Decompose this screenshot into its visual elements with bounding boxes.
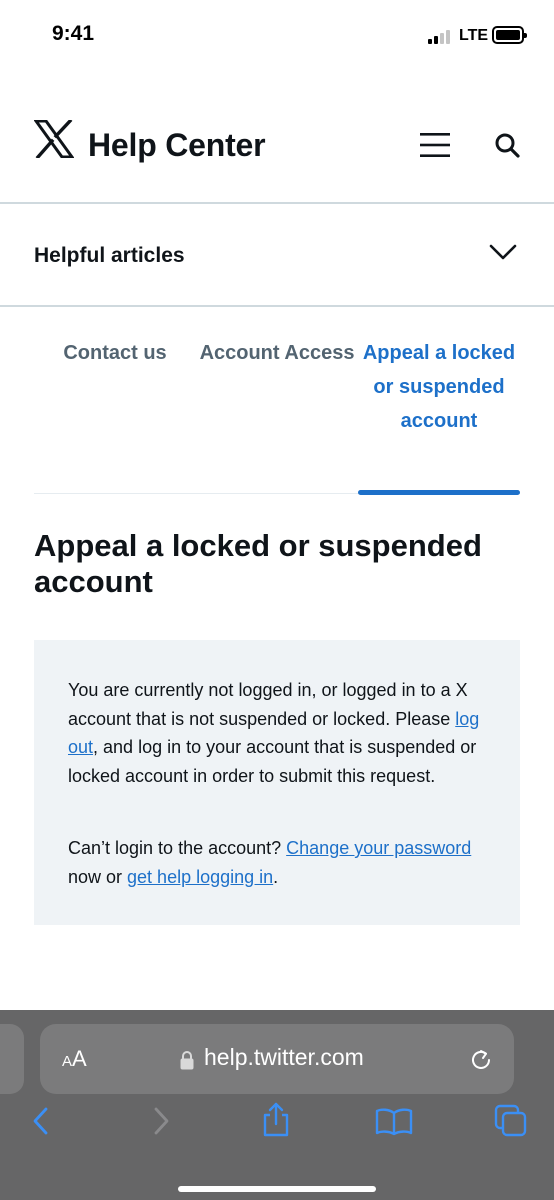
chevron-down-icon <box>489 244 517 260</box>
page-title: Appeal a locked or suspended account <box>34 528 482 599</box>
active-tab-indicator <box>358 490 520 495</box>
breadcrumb: Contact us Account Access Appeal a locke… <box>34 322 520 495</box>
site-header: Help Center <box>0 90 554 202</box>
cellular-signal-icon <box>428 30 454 44</box>
home-indicator <box>178 1186 376 1192</box>
breadcrumb-contact-us[interactable]: Contact us <box>34 336 196 370</box>
url-text[interactable]: help.twitter.com <box>204 1044 364 1071</box>
status-time: 9:41 <box>52 22 95 45</box>
address-bar[interactable]: AA help.twitter.com <box>40 1024 514 1094</box>
helpful-articles-label: Helpful articles <box>34 244 185 267</box>
reader-options-button[interactable]: AA <box>62 1046 87 1072</box>
x-logo-icon[interactable] <box>34 120 74 158</box>
notice-help-paragraph: Can’t login to the account? Change your … <box>68 838 472 887</box>
reload-icon[interactable] <box>470 1048 494 1072</box>
bookmarks-icon[interactable] <box>375 1108 413 1136</box>
back-icon[interactable] <box>30 1106 52 1136</box>
share-icon[interactable] <box>261 1102 291 1138</box>
previous-tab-preview[interactable] <box>0 1024 24 1094</box>
notice-paragraph: You are currently not logged in, or logg… <box>68 680 480 786</box>
tabs-icon[interactable] <box>494 1104 528 1138</box>
network-type: LTE <box>459 27 489 44</box>
battery-icon <box>492 26 527 44</box>
help-center-title[interactable]: Help Center <box>88 127 266 164</box>
lock-icon <box>180 1051 194 1070</box>
helpful-articles-dropdown[interactable]: Helpful articles <box>0 204 554 306</box>
change-password-link[interactable]: Change your password <box>286 838 471 858</box>
breadcrumb-appeal-locked-account[interactable]: Appeal a locked or suspended account <box>358 336 520 438</box>
login-notice: You are currently not logged in, or logg… <box>34 640 520 925</box>
browser-toolbar: AA help.twitter.com <box>0 1010 554 1200</box>
breadcrumb-account-access[interactable]: Account Access <box>196 336 358 370</box>
status-bar: 9:41 LTE <box>0 0 554 72</box>
hamburger-menu-icon[interactable] <box>420 133 450 157</box>
helpful-divider <box>0 305 554 307</box>
forward-icon <box>154 1107 169 1135</box>
get-help-logging-in-link[interactable]: get help logging in <box>127 867 273 887</box>
search-icon[interactable] <box>494 132 520 158</box>
